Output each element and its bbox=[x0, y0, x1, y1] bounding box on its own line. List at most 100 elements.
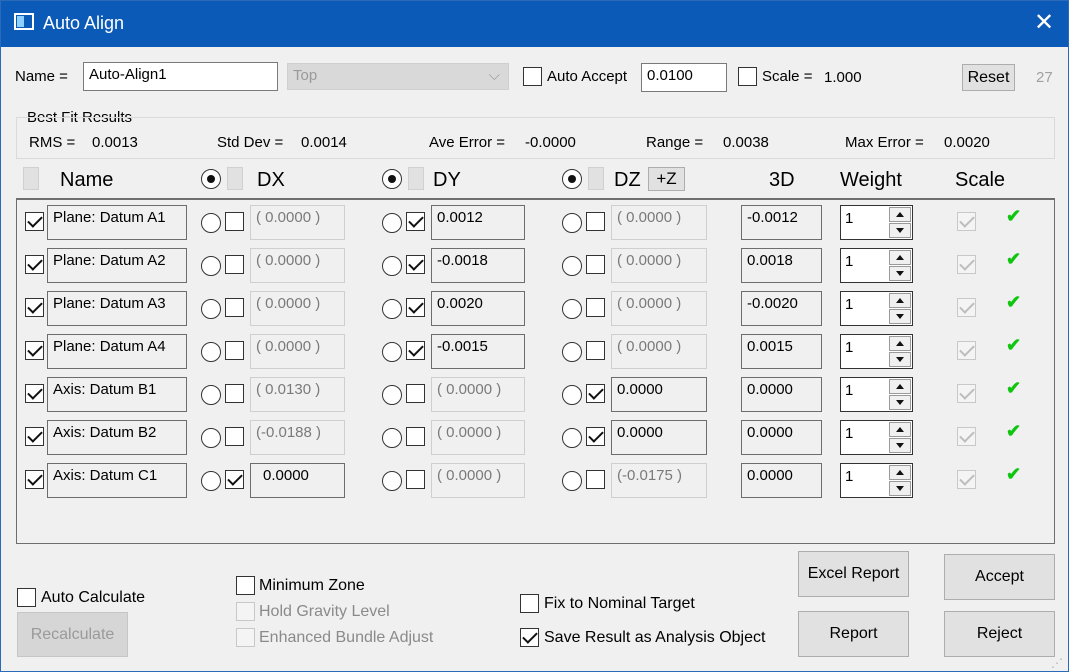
row-scale-checkbox[interactable] bbox=[957, 341, 976, 360]
dy-header-radio[interactable] bbox=[382, 169, 402, 189]
row-scale-checkbox[interactable] bbox=[957, 427, 976, 446]
row-dz-radio[interactable] bbox=[562, 428, 582, 448]
minimum-zone-checkbox[interactable] bbox=[236, 576, 255, 595]
view-select[interactable]: Top ⌵ bbox=[287, 63, 509, 90]
row-scale-checkbox[interactable] bbox=[957, 255, 976, 274]
dx-header-toggle[interactable] bbox=[227, 167, 243, 190]
spin-down-icon[interactable] bbox=[889, 352, 911, 367]
row-scale-checkbox[interactable] bbox=[957, 212, 976, 231]
row-weight-spinner[interactable]: 1 bbox=[840, 334, 913, 369]
excel-report-button[interactable]: Excel Report bbox=[798, 551, 909, 597]
row-dy-checkbox[interactable] bbox=[406, 384, 425, 403]
row-enable-checkbox[interactable] bbox=[25, 470, 44, 489]
row-dx-checkbox[interactable] bbox=[225, 470, 244, 489]
reset-button[interactable]: Reset bbox=[962, 64, 1015, 91]
dz-header-radio[interactable] bbox=[562, 169, 582, 189]
row-dx-checkbox[interactable] bbox=[225, 212, 244, 231]
row-dx-radio[interactable] bbox=[201, 256, 221, 276]
row-dx-radio[interactable] bbox=[201, 471, 221, 491]
row-dx-checkbox[interactable] bbox=[225, 427, 244, 446]
row-weight-spinner[interactable]: 1 bbox=[840, 291, 913, 326]
row-enable-checkbox[interactable] bbox=[25, 427, 44, 446]
row-dy-radio[interactable] bbox=[382, 213, 402, 233]
spin-down-icon[interactable] bbox=[889, 223, 911, 238]
row-dz-checkbox[interactable] bbox=[586, 212, 605, 231]
row-dz-radio[interactable] bbox=[562, 256, 582, 276]
row-dz-checkbox[interactable] bbox=[586, 427, 605, 446]
dz-header-toggle[interactable] bbox=[588, 167, 604, 190]
row-dz-radio[interactable] bbox=[562, 471, 582, 491]
spin-down-icon[interactable] bbox=[889, 266, 911, 281]
row-dz-radio[interactable] bbox=[562, 213, 582, 233]
row-dx-checkbox[interactable] bbox=[225, 298, 244, 317]
row-dz-radio[interactable] bbox=[562, 385, 582, 405]
row-dx-radio[interactable] bbox=[201, 213, 221, 233]
row-enable-checkbox[interactable] bbox=[25, 341, 44, 360]
scale-checkbox[interactable] bbox=[738, 67, 757, 86]
spin-up-icon[interactable] bbox=[889, 465, 911, 480]
row-dy-radio[interactable] bbox=[382, 471, 402, 491]
row-weight-spinner[interactable]: 1 bbox=[840, 377, 913, 412]
row-dx-radio[interactable] bbox=[201, 385, 221, 405]
row-weight-spinner[interactable]: 1 bbox=[840, 248, 913, 283]
select-all-header-toggle[interactable] bbox=[23, 167, 39, 190]
auto-accept-tolerance-input[interactable]: 0.0100 bbox=[641, 63, 727, 92]
row-dx-radio[interactable] bbox=[201, 342, 221, 362]
row-dz-radio[interactable] bbox=[562, 342, 582, 362]
spin-up-icon[interactable] bbox=[889, 379, 911, 394]
row-dy-checkbox[interactable] bbox=[406, 470, 425, 489]
row-weight-spinner[interactable]: 1 bbox=[840, 463, 913, 498]
spin-up-icon[interactable] bbox=[889, 207, 911, 222]
row-dy-checkbox[interactable] bbox=[406, 298, 425, 317]
spin-down-icon[interactable] bbox=[889, 395, 911, 410]
row-enable-checkbox[interactable] bbox=[25, 298, 44, 317]
spin-down-icon[interactable] bbox=[889, 481, 911, 496]
row-dz-checkbox[interactable] bbox=[586, 384, 605, 403]
dx-header-radio[interactable] bbox=[201, 169, 221, 189]
reject-button[interactable]: Reject bbox=[944, 611, 1055, 657]
row-enable-checkbox[interactable] bbox=[25, 384, 44, 403]
row-dz-checkbox[interactable] bbox=[586, 341, 605, 360]
fix-nominal-checkbox[interactable] bbox=[520, 594, 539, 613]
auto-calculate-checkbox[interactable] bbox=[17, 588, 36, 607]
row-scale-checkbox[interactable] bbox=[957, 298, 976, 317]
row-dy-radio[interactable] bbox=[382, 256, 402, 276]
row-dy-radio[interactable] bbox=[382, 342, 402, 362]
resize-grip-icon[interactable]: ⋰ bbox=[1051, 656, 1065, 670]
row-dy-checkbox[interactable] bbox=[406, 255, 425, 274]
plus-z-button[interactable]: +Z bbox=[648, 167, 685, 191]
row-dz-checkbox[interactable] bbox=[586, 470, 605, 489]
spin-down-icon[interactable] bbox=[889, 438, 911, 453]
row-dx-checkbox[interactable] bbox=[225, 384, 244, 403]
row-enable-checkbox[interactable] bbox=[25, 212, 44, 231]
row-dz-checkbox[interactable] bbox=[586, 255, 605, 274]
row-dx-radio[interactable] bbox=[201, 428, 221, 448]
save-result-checkbox[interactable] bbox=[520, 628, 539, 647]
report-button[interactable]: Report bbox=[798, 611, 909, 657]
hold-gravity-checkbox[interactable] bbox=[236, 602, 255, 621]
close-icon[interactable]: ✕ bbox=[1031, 10, 1057, 36]
row-dy-checkbox[interactable] bbox=[406, 341, 425, 360]
spin-up-icon[interactable] bbox=[889, 422, 911, 437]
row-dz-radio[interactable] bbox=[562, 299, 582, 319]
row-dy-radio[interactable] bbox=[382, 385, 402, 405]
spin-down-icon[interactable] bbox=[889, 309, 911, 324]
row-dy-checkbox[interactable] bbox=[406, 427, 425, 446]
row-dy-checkbox[interactable] bbox=[406, 212, 425, 231]
row-dy-radio[interactable] bbox=[382, 428, 402, 448]
name-input[interactable]: Auto-Align1 bbox=[83, 62, 278, 91]
enhanced-bundle-checkbox[interactable] bbox=[236, 628, 255, 647]
row-dx-checkbox[interactable] bbox=[225, 341, 244, 360]
row-enable-checkbox[interactable] bbox=[25, 255, 44, 274]
dy-header-toggle[interactable] bbox=[408, 167, 424, 190]
row-dx-checkbox[interactable] bbox=[225, 255, 244, 274]
row-weight-spinner[interactable]: 1 bbox=[840, 205, 913, 240]
row-weight-spinner[interactable]: 1 bbox=[840, 420, 913, 455]
row-scale-checkbox[interactable] bbox=[957, 384, 976, 403]
recalculate-button[interactable]: Recalculate bbox=[17, 612, 128, 657]
spin-up-icon[interactable] bbox=[889, 293, 911, 308]
spin-up-icon[interactable] bbox=[889, 336, 911, 351]
auto-accept-checkbox[interactable] bbox=[523, 67, 542, 86]
row-scale-checkbox[interactable] bbox=[957, 470, 976, 489]
row-dz-checkbox[interactable] bbox=[586, 298, 605, 317]
